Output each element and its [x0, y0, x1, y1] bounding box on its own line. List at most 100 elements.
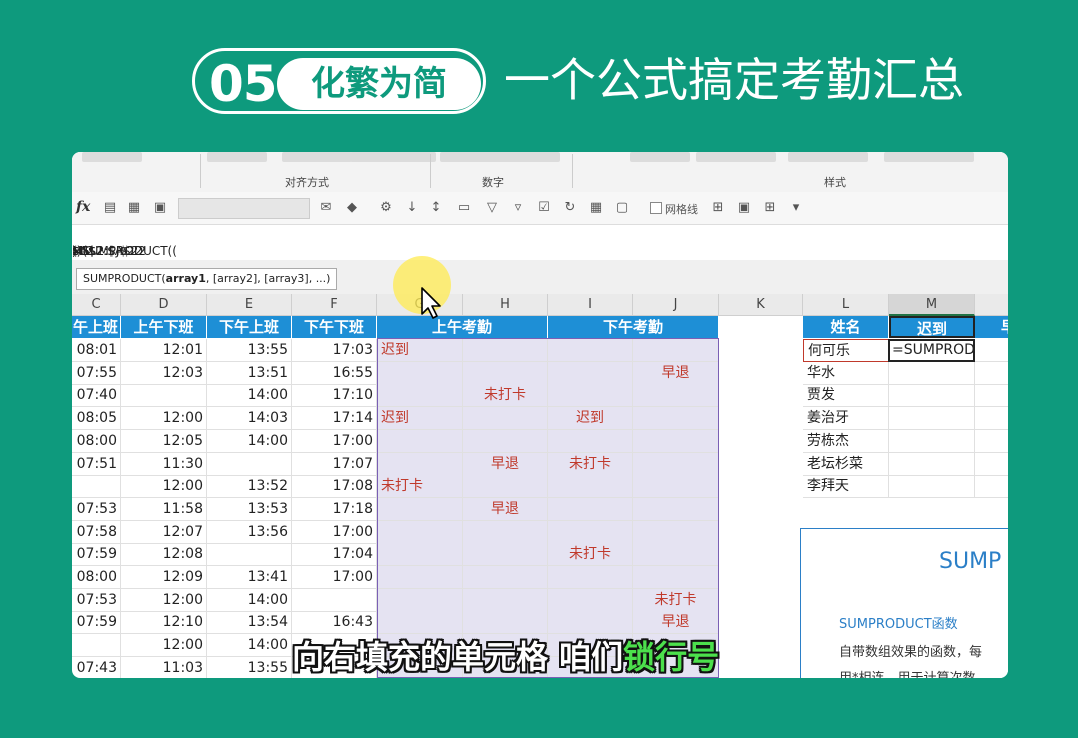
style-box-2[interactable] — [788, 152, 868, 162]
cell-g-12[interactable] — [377, 566, 463, 589]
advanced-filter-icon[interactable]: ▿ — [510, 200, 526, 216]
cell-m-9[interactable] — [889, 498, 975, 521]
cell-k-13[interactable] — [719, 589, 803, 612]
cell-i-14[interactable] — [548, 611, 633, 635]
cell-l-4[interactable]: 贾发 — [803, 384, 889, 408]
cell-m-8[interactable] — [889, 475, 975, 499]
cell-h-14[interactable] — [463, 611, 548, 635]
col-header-f[interactable]: F — [292, 294, 377, 316]
cell-e-8[interactable]: 13:52 — [207, 475, 292, 499]
cell-c-10[interactable]: 07:58 — [72, 520, 121, 544]
cell-d-8[interactable]: 12:00 — [121, 475, 207, 499]
cell-c-7[interactable]: 07:51 — [72, 452, 121, 476]
cell-k-10[interactable] — [719, 521, 803, 544]
cell-e-4[interactable]: 14:00 — [207, 384, 292, 408]
cell-k-2[interactable] — [719, 339, 803, 362]
cell-g-13[interactable] — [377, 588, 463, 612]
cell-c-2[interactable]: 08:01 — [72, 339, 121, 362]
cell-i-9[interactable] — [548, 497, 633, 521]
cell-i-8[interactable] — [548, 475, 633, 499]
cell-d-3[interactable]: 12:03 — [121, 361, 207, 385]
col-header-n[interactable] — [975, 294, 1008, 316]
cell-e-7[interactable] — [207, 452, 292, 476]
cell-g-3[interactable] — [377, 361, 463, 385]
cell-n-6[interactable] — [975, 430, 1008, 453]
cell-k-6[interactable] — [719, 430, 803, 453]
cell-l-5[interactable]: 姜治牙 — [803, 407, 889, 431]
cell-m-6[interactable] — [889, 429, 975, 453]
cell-k-4[interactable] — [719, 384, 803, 407]
cell-f-13[interactable] — [292, 588, 377, 612]
cell-f-3[interactable]: 16:55 — [292, 361, 377, 385]
cell-f-6[interactable]: 17:00 — [292, 429, 377, 453]
cell-m-5[interactable] — [889, 407, 975, 431]
cell-h-6[interactable] — [463, 429, 548, 453]
cell-n-7[interactable] — [975, 453, 1008, 476]
cell-k-16[interactable] — [719, 657, 803, 678]
cell-h-7[interactable]: 早退 — [463, 452, 548, 476]
format-icon[interactable]: ▢ — [614, 200, 630, 216]
table-icon[interactable]: ▤ — [102, 200, 118, 216]
cell-f-2[interactable]: 17:03 — [292, 339, 377, 362]
cell-n-4[interactable] — [975, 384, 1008, 408]
cell-h-12[interactable] — [463, 566, 548, 589]
cell-e-12[interactable]: 13:41 — [207, 566, 292, 589]
cell-g-8[interactable]: 未打卡 — [377, 475, 463, 499]
cell-f-9[interactable]: 17:18 — [292, 497, 377, 521]
cell-c-12[interactable]: 08:00 — [72, 566, 121, 589]
cell-e-11[interactable] — [207, 543, 292, 567]
more-dropdown-icon[interactable]: ▾ — [788, 200, 804, 216]
cell-l-3[interactable]: 华水 — [803, 361, 889, 385]
cell-d-2[interactable]: 12:01 — [121, 339, 207, 362]
align-controls[interactable] — [207, 152, 267, 162]
cell-c-13[interactable]: 07:53 — [72, 588, 121, 612]
cell-h-2[interactable] — [463, 339, 548, 362]
cell-e-5[interactable]: 14:03 — [207, 407, 292, 431]
col-header-c[interactable]: C — [72, 294, 121, 316]
cell-i-13[interactable] — [548, 588, 633, 612]
cell-f-8[interactable]: 17:08 — [292, 475, 377, 499]
cell-e-16[interactable]: 13:55 — [207, 656, 292, 678]
cell-g-6[interactable] — [377, 429, 463, 453]
cell-d-5[interactable]: 12:00 — [121, 407, 207, 431]
cell-k-5[interactable] — [719, 407, 803, 430]
cell-j-3[interactable]: 早退 — [633, 361, 719, 385]
cell-g-9[interactable] — [377, 497, 463, 521]
clear-icon[interactable]: ◆ — [344, 200, 360, 216]
cell-h-13[interactable] — [463, 588, 548, 612]
cell-h-4[interactable]: 未打卡 — [463, 384, 548, 408]
cell-c-5[interactable]: 08:05 — [72, 407, 121, 431]
cell-c-8[interactable] — [72, 475, 121, 499]
cell-f-14[interactable]: 16:43 — [292, 611, 377, 635]
cell-f-12[interactable]: 17:00 — [292, 566, 377, 589]
cell-g-10[interactable] — [377, 520, 463, 544]
cell-j-2[interactable] — [633, 339, 719, 362]
cell-d-13[interactable]: 12:00 — [121, 588, 207, 612]
cell-k-3[interactable] — [719, 362, 803, 385]
cell-g-2[interactable]: 迟到 — [377, 339, 463, 362]
style-box-3[interactable] — [884, 152, 974, 162]
table-format-button[interactable] — [630, 152, 690, 162]
cell-j-11[interactable] — [633, 543, 719, 567]
col-header-l[interactable]: L — [803, 294, 889, 316]
cell-n-8[interactable] — [975, 475, 1008, 499]
cell-g-7[interactable] — [377, 452, 463, 476]
fx-icon[interactable]: fx — [76, 199, 90, 215]
filter-icon[interactable]: ▽ — [484, 200, 500, 216]
formula-bar[interactable]: =SUMPRODUCT(($A$2:$A$22 = $L2)*($G$2:$J$22… — [72, 232, 1008, 261]
sort-desc-icon[interactable]: ↕ — [428, 200, 444, 216]
cell-n-2[interactable] — [975, 339, 1008, 362]
cell-j-4[interactable] — [633, 384, 719, 408]
cell-k-14[interactable] — [719, 611, 803, 634]
cell-d-15[interactable]: 12:00 — [121, 634, 207, 658]
cell-l-8[interactable]: 李拜天 — [803, 475, 889, 499]
cell-c-6[interactable]: 08:00 — [72, 429, 121, 453]
cell-j-7[interactable] — [633, 452, 719, 476]
cell-e-10[interactable]: 13:56 — [207, 520, 292, 544]
cell-c-3[interactable]: 07:55 — [72, 361, 121, 385]
cell-d-9[interactable]: 11:58 — [121, 497, 207, 521]
cell-j-12[interactable] — [633, 566, 719, 589]
cell-l-7[interactable]: 老坛杉菜 — [803, 452, 889, 476]
cell-e-14[interactable]: 13:54 — [207, 611, 292, 635]
cell-d-16[interactable]: 11:03 — [121, 656, 207, 678]
